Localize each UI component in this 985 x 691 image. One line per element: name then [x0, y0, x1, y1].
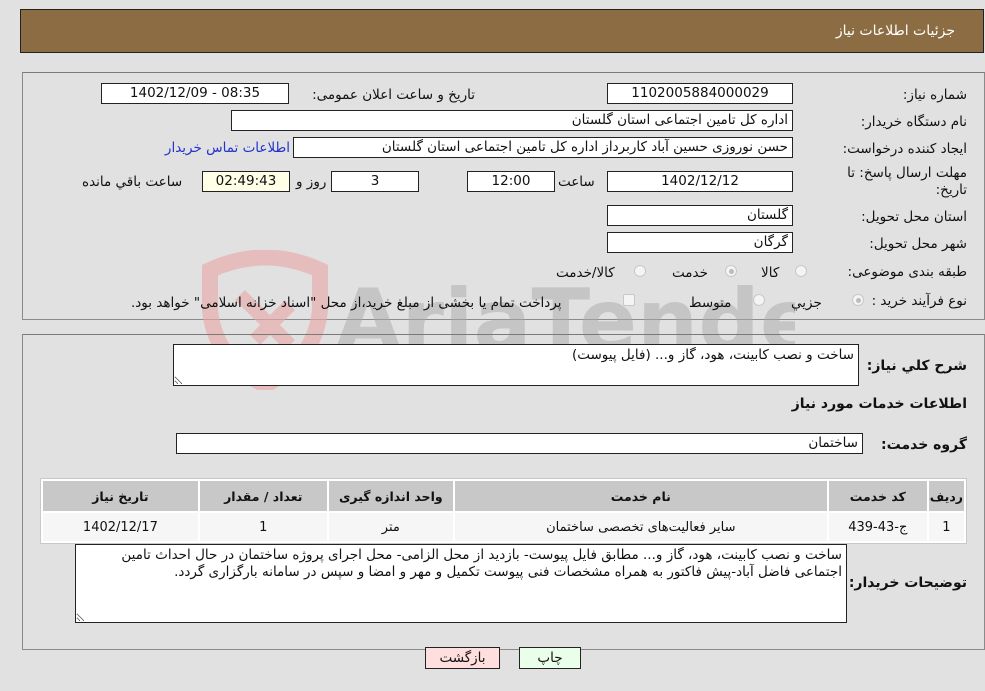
category-radio-service[interactable]: [725, 265, 737, 277]
remaining-time-field: 02:49:43: [202, 171, 290, 192]
buyer-contact-link[interactable]: اطلاعات تماس خریدار: [165, 140, 290, 156]
category-label: طبقه بندی موضوعی:: [847, 264, 967, 280]
requester-field: حسن نوروزی حسین آباد کاربرداز اداره کل ت…: [293, 137, 793, 158]
announce-datetime-field: 1402/12/09 - 08:35: [101, 83, 289, 104]
service-group-label: گروه خدمت:: [881, 437, 967, 453]
category-option-service: خدمت: [672, 265, 708, 281]
cell-quantity: 1: [199, 513, 327, 541]
summary-label: شرح کلي نياز:: [866, 358, 967, 374]
treasury-checkbox[interactable]: [623, 294, 635, 306]
purchase-radio-medium[interactable]: [753, 294, 765, 306]
buyer-notes-textarea[interactable]: ساخت و نصب کابینت، هود، گاز و... مطابق ف…: [75, 544, 847, 623]
province-field: گلستان: [607, 205, 793, 226]
deadline-days-label: روز و: [296, 174, 327, 190]
cell-row: 1: [928, 513, 964, 541]
purchase-radio-minor[interactable]: [852, 294, 864, 306]
buyer-notes-label: توضیحات خریدار:: [848, 575, 967, 591]
buyer-org-field: اداره کل تامین اجتماعی استان گلستان: [231, 110, 793, 131]
purchase-type-label: نوع فرآیند خرید :: [871, 293, 967, 309]
deadline-date-field: 1402/12/12: [607, 171, 793, 192]
purchase-option-minor: جزيي: [791, 295, 822, 311]
category-radio-goods[interactable]: [795, 265, 807, 277]
table-header-row: رديف کد خدمت نام خدمت واحد اندازه گیری ت…: [43, 481, 964, 511]
page-title: جزئیات اطلاعات نیاز: [835, 23, 955, 39]
deadline-time-label: ساعت: [558, 174, 595, 190]
cell-need-date: 1402/12/17: [43, 513, 198, 541]
table-row: 1 ج-43-439 سایر فعالیت‌های تخصصی ساختمان…: [43, 513, 964, 541]
col-unit: واحد اندازه گیری: [328, 481, 453, 511]
cell-service-code: ج-43-439: [828, 513, 927, 541]
print-button[interactable]: چاپ: [519, 647, 581, 669]
city-label: شهر محل تحویل:: [869, 236, 967, 252]
need-number-label: شماره نیاز:: [902, 87, 967, 103]
category-option-goods-service: کالا/خدمت: [556, 265, 615, 281]
service-group-field: ساختمان: [176, 433, 863, 454]
services-section-title: اطلاعات خدمات مورد نیاز: [791, 396, 967, 412]
services-table: رديف کد خدمت نام خدمت واحد اندازه گیری ت…: [40, 478, 967, 544]
col-row: رديف: [928, 481, 964, 511]
province-label: استان محل تحویل:: [861, 209, 967, 225]
col-quantity: تعداد / مقدار: [199, 481, 327, 511]
announce-datetime-label: تاریخ و ساعت اعلان عمومی:: [312, 87, 475, 103]
purchase-option-medium: متوسط: [689, 295, 732, 311]
deadline-label: مهلت ارسال پاسخ: تا تاریخ:: [847, 165, 967, 198]
need-number-field: 1102005884000029: [607, 83, 793, 104]
deadline-time-field: 12:00: [467, 171, 555, 192]
category-option-goods: کالا: [761, 265, 780, 281]
category-radio-goods-service[interactable]: [634, 265, 646, 277]
col-service-name: نام خدمت: [454, 481, 827, 511]
back-button[interactable]: بازگشت: [425, 647, 500, 669]
treasury-note: پرداخت تمام یا بخشی از مبلغ خرید،از محل …: [131, 295, 562, 311]
col-service-code: کد خدمت: [828, 481, 927, 511]
page-header: جزئیات اطلاعات نیاز: [20, 9, 984, 53]
requester-label: ایجاد کننده درخواست:: [842, 141, 967, 157]
summary-textarea[interactable]: ساخت و نصب کابینت، هود، گاز و... (فایل پ…: [173, 344, 859, 386]
cell-unit: متر: [328, 513, 453, 541]
buyer-org-label: نام دستگاه خریدار:: [860, 114, 967, 130]
cell-service-name: سایر فعالیت‌های تخصصی ساختمان: [454, 513, 827, 541]
deadline-days-field: 3: [331, 171, 419, 192]
col-need-date: تاریخ نیاز: [43, 481, 198, 511]
remaining-time-label: ساعت باقي مانده: [82, 174, 183, 190]
city-field: گرگان: [607, 232, 793, 253]
